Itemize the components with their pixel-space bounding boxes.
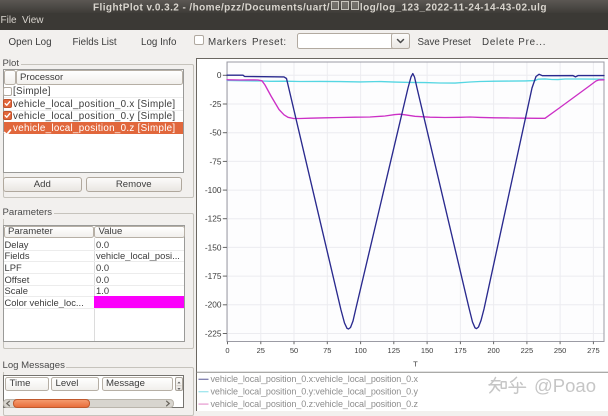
svg-text:-25: -25 [210,99,222,109]
svg-text:-225: -225 [205,328,222,338]
svg-text:125: 125 [388,346,401,355]
svg-text:0: 0 [225,346,229,355]
svg-text:100: 100 [354,346,367,355]
svg-text:-175: -175 [205,271,222,281]
svg-text:250: 250 [554,346,567,355]
svg-text:-200: -200 [205,300,222,310]
svg-text:0: 0 [217,70,222,80]
svg-text:T: T [413,360,418,369]
svg-text:200: 200 [487,346,500,355]
svg-text:75: 75 [323,346,331,355]
svg-text:@Poao: @Poao [534,375,596,396]
svg-text:175: 175 [454,346,467,355]
svg-text:vehicle_local_position_0.y:veh: vehicle_local_position_0.y:vehicle_local… [211,387,419,397]
svg-text:150: 150 [421,346,434,355]
svg-text:vehicle_local_position_0.z:veh: vehicle_local_position_0.z:vehicle_local… [211,399,419,409]
svg-text:25: 25 [257,346,265,355]
svg-text:-50: -50 [210,128,222,138]
svg-text:-75: -75 [210,156,222,166]
svg-text:275: 275 [587,346,600,355]
svg-text:vehicle_local_position_0.x:veh: vehicle_local_position_0.x:vehicle_local… [211,374,419,384]
svg-text:-150: -150 [205,242,222,252]
svg-text:225: 225 [521,346,534,355]
svg-text:-100: -100 [205,185,222,195]
svg-text:50: 50 [290,346,298,355]
svg-text:-125: -125 [205,214,222,224]
